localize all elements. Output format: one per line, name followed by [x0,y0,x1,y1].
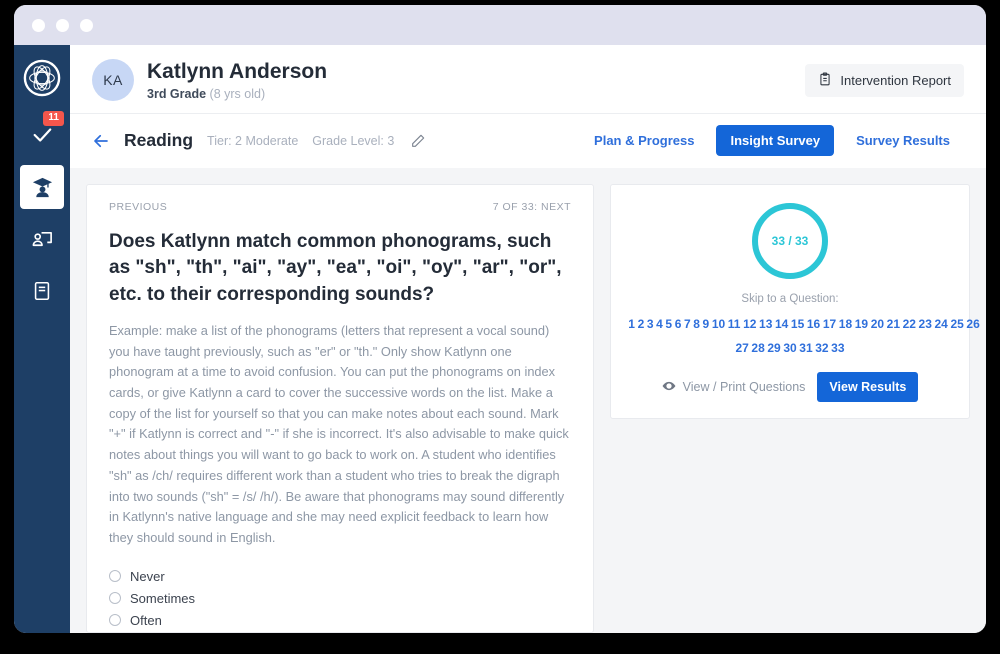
app-window: 11 KA Katlynn Anderson 3rd Grade (8 yrs … [14,5,986,633]
subject-bar: Reading Tier: 2 Moderate Grade Level: 3 … [70,113,986,169]
sidebar: 11 [14,45,70,633]
grade-text: 3rd Grade [147,87,207,102]
clipboard-icon [818,72,832,89]
view-print-questions-label: View / Print Questions [682,380,806,395]
tasks-badge: 11 [43,111,64,126]
grade-level-label: Grade Level: 3 [312,133,395,148]
minimize-button[interactable] [56,18,69,32]
tab-survey-results[interactable]: Survey Results [842,125,964,156]
question-number-29[interactable]: 29 [767,341,780,355]
student-grade: 3rd Grade (8 yrs old) [147,87,327,101]
eye-icon [662,379,676,396]
progress-ring-label: 33 / 33 [771,234,809,249]
intervention-report-button[interactable]: Intervention Report [805,63,964,97]
sidebar-item-presentations[interactable] [20,217,64,261]
option-label: Never [130,568,165,584]
radio-icon[interactable] [109,592,121,605]
question-number-23[interactable]: 23 [919,317,932,331]
question-number-16[interactable]: 16 [807,317,820,331]
question-number-row-2: 27 28 29 30 31 32 33 [627,336,953,360]
sidebar-item-students[interactable] [20,165,64,209]
progress-card: 33 / 33 Skip to a Question: 1 2 3 4 5 6 7 8 9 10 1… [610,184,980,420]
question-number-28[interactable]: 28 [751,341,764,355]
sidebar-item-tasks[interactable]: 11 [20,111,64,157]
progress-ring: 33 / 33 [752,203,828,280]
question-number-26[interactable]: 26 [966,317,979,331]
tier-label: Tier: 2 Moderate [207,133,299,148]
skip-to-question-label: Skip to a Question: [741,293,839,306]
tab-insight-survey[interactable]: Insight Survey [716,125,835,157]
progress-actions: View / Print Questions View Results [627,372,953,403]
question-number-25[interactable]: 25 [950,317,963,331]
arrow-left-icon[interactable] [92,132,110,150]
question-description: Example: make a list of the phonograms (… [109,322,569,546]
question-number-33[interactable]: 33 [831,341,844,355]
survey-tabs: Plan & Progress Insight Survey Survey Re… [580,125,964,157]
app-body: 11 KA Katlynn Anderson 3rd Grade (8 yrs … [14,45,986,633]
option-never[interactable]: Never [109,569,571,584]
question-number-row-1: 1 2 3 4 5 6 7 8 9 10 11 12 13 14 15 16 17 18 19 20 21 22 23 24 2… [627,312,979,336]
breadcrumb: Reading Tier: 2 Moderate Grade Level: 3 [92,130,426,151]
page-title: Katlynn Anderson [147,60,328,83]
previous-question-link[interactable]: PREVIOUS [109,201,167,213]
atom-logo-icon[interactable] [23,59,61,97]
close-button[interactable] [32,18,45,32]
question-number-32[interactable]: 32 [815,341,828,355]
question-number-1[interactable]: 1 [628,317,635,331]
question-number-30[interactable]: 30 [783,341,796,355]
question-number-10[interactable]: 10 [712,317,725,331]
question-number-19[interactable]: 19 [855,317,868,331]
question-number-14[interactable]: 14 [775,317,788,331]
question-number-11[interactable]: 11 [728,317,741,331]
student-header: KA Katlynn Anderson 3rd Grade (8 yrs old… [70,45,986,114]
question-number-18[interactable]: 18 [839,317,852,331]
option-label: Sometimes [130,590,196,606]
age-text: (8 yrs old) [209,87,266,102]
question-number-22[interactable]: 22 [903,317,916,331]
content-area: PREVIOUS 7 OF 33: NEXT Does Katlynn matc… [70,168,986,633]
radio-icon[interactable] [109,570,121,583]
main-area: KA Katlynn Anderson 3rd Grade (8 yrs old… [70,45,986,633]
next-question-link[interactable]: 7 OF 33: NEXT [493,201,571,213]
view-results-button[interactable]: View Results [817,372,919,403]
pencil-icon[interactable] [410,133,426,149]
question-number-12[interactable]: 12 [743,317,756,331]
question-number-5[interactable]: 5 [665,317,672,331]
sidebar-item-library[interactable] [20,269,64,313]
question-number-9[interactable]: 9 [703,317,710,331]
question-number-15[interactable]: 15 [791,317,804,331]
radio-icon[interactable] [109,614,121,627]
subject-title: Reading [124,130,194,151]
question-number-27[interactable]: 27 [735,341,748,355]
option-label: Often [130,612,162,628]
question-number-17[interactable]: 17 [823,317,836,331]
answer-options: Never Sometimes Often Always [109,569,571,633]
student-identity: KA Katlynn Anderson 3rd Grade (8 yrs old… [92,59,327,101]
avatar: KA [92,59,134,102]
question-number-2[interactable]: 2 [638,317,645,331]
intervention-report-label: Intervention Report [840,72,951,88]
tab-plan-progress[interactable]: Plan & Progress [580,125,708,156]
view-print-questions-link[interactable]: View / Print Questions [662,379,806,396]
maximize-button[interactable] [80,18,93,32]
question-number-20[interactable]: 20 [871,317,884,331]
window-titlebar [14,5,986,45]
question-number-7[interactable]: 7 [684,317,691,331]
question-card: PREVIOUS 7 OF 33: NEXT Does Katlynn matc… [86,184,594,633]
option-often[interactable]: Often [109,613,571,628]
question-navigation: PREVIOUS 7 OF 33: NEXT [109,201,571,213]
question-number-3[interactable]: 3 [647,317,654,331]
question-number-8[interactable]: 8 [693,317,700,331]
question-title: Does Katlynn match common phonograms, su… [109,231,562,305]
question-number-6[interactable]: 6 [675,317,682,331]
question-number-21[interactable]: 21 [887,317,900,331]
question-number-13[interactable]: 13 [759,317,772,331]
progress-ring-wrap: 33 / 33 [627,203,953,280]
question-number-4[interactable]: 4 [656,317,663,331]
question-number-24[interactable]: 24 [935,317,948,331]
question-number-list: 1 2 3 4 5 6 7 8 9 10 11 12 13 14 15 16 17 18 19 20 21 22 23 24 2… [627,312,979,360]
option-sometimes[interactable]: Sometimes [109,591,571,606]
question-number-31[interactable]: 31 [799,341,812,355]
